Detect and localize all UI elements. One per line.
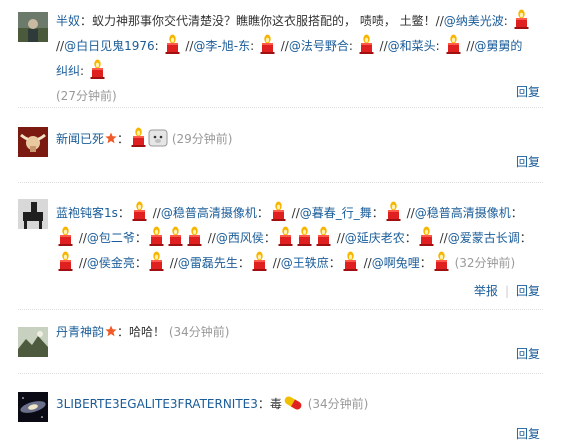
comment-time: (29分钟前): [171, 132, 233, 146]
reply-button[interactable]: 回复: [516, 347, 540, 361]
candle-emoji-icon: [445, 34, 462, 54]
candle-emoji-icon: [270, 201, 287, 221]
candle-emoji-icon: [358, 34, 375, 54]
mention-link[interactable]: @暮春_行_舞: [300, 206, 372, 220]
mention-link[interactable]: @纳美光波: [444, 14, 504, 28]
reply-button[interactable]: 回复: [516, 427, 540, 441]
comment-text: 丹青神韵 ：哈哈！ (34分钟前): [56, 320, 534, 345]
mention-link[interactable]: @李-旭-东: [193, 39, 250, 53]
comment-text: 新闻已死： (29分钟前): [56, 127, 534, 152]
comment-actions: 回复: [516, 83, 540, 100]
mention-link[interactable]: @侯金亮: [87, 256, 135, 270]
candle-emoji-icon: [513, 9, 530, 29]
reply-button[interactable]: 回复: [516, 284, 540, 298]
comment-body: ：毒: [257, 397, 282, 411]
comment-item: 丹青神韵 ：哈哈！ (34分钟前) 回复: [0, 310, 561, 374]
comment-user-link[interactable]: 3LIBERTE3EGALITE3FRATERNITE3: [56, 397, 258, 411]
comment-text: 3LIBERTE3EGALITE3FRATERNITE3：毒 (34分钟前): [56, 392, 534, 417]
mention-link[interactable]: @延庆老农: [345, 231, 405, 245]
comment-item: 蓝袍钝客1s： //@稳普高清摄像机： //@暮春_行_舞： //@稳普高清摄像…: [0, 183, 561, 303]
mention-link[interactable]: @啊兔哩: [372, 256, 420, 270]
comment-user-link[interactable]: 蓝袍钝客1s: [56, 206, 118, 220]
avatar[interactable]: [18, 199, 48, 229]
mention-link[interactable]: @王轶庶: [281, 256, 329, 270]
reply-button[interactable]: 回复: [516, 155, 540, 169]
comment-user-link[interactable]: 丹青神韵: [56, 325, 104, 339]
candle-emoji-icon: [433, 251, 450, 271]
comment-body: ：哈哈！: [117, 325, 166, 339]
vip-star-badge-icon: [105, 325, 117, 337]
comment-item: 半奴：蚁力神那事你交代清楚没？瞧瞧你这衣服搭配的， 啧啧， 土鳖！//@纳美光波…: [0, 0, 561, 105]
comment-user-link[interactable]: 半奴: [56, 14, 80, 28]
candle-emoji-icon: [296, 226, 313, 246]
comment-item: 新闻已死： (29分钟前) 回复: [0, 108, 561, 176]
candle-emoji-icon: [342, 251, 359, 271]
comment-text: 半奴：蚁力神那事你交代清楚没？瞧瞧你这衣服搭配的， 啧啧， 土鳖！//@纳美光波…: [56, 9, 534, 109]
candle-emoji-icon: [164, 34, 181, 54]
comment-time: (34分钟前): [307, 397, 369, 411]
comment-body: ：蚁力神那事你交代清楚没？瞧瞧你这衣服搭配的， 啧啧， 土鳖！//: [80, 14, 444, 28]
candle-emoji-icon: [89, 59, 106, 79]
mention-link[interactable]: @法号野合: [289, 39, 349, 53]
comment-user-link[interactable]: 新闻已死: [56, 132, 104, 146]
comment-actions: 回复: [516, 425, 540, 442]
comment-actions: 举报 | 回复: [473, 284, 540, 298]
comment-actions: 回复: [516, 153, 540, 170]
candle-emoji-icon: [277, 226, 294, 246]
avatar[interactable]: [18, 392, 48, 422]
comment-text: 蓝袍钝客1s： //@稳普高清摄像机： //@暮春_行_舞： //@稳普高清摄像…: [56, 201, 534, 276]
avatar[interactable]: [18, 327, 48, 357]
candle-emoji-icon: [167, 226, 184, 246]
vip-star-badge-icon: [105, 132, 117, 144]
candle-emoji-icon: [186, 226, 203, 246]
mention-link[interactable]: @和菜头: [388, 39, 436, 53]
mention-link[interactable]: @爱蒙古长调: [448, 231, 520, 245]
candle-emoji-icon: [57, 251, 74, 271]
candle-emoji-icon: [315, 226, 332, 246]
mention-link[interactable]: @雷磊先生: [178, 256, 238, 270]
comment-time: (27分钟前): [56, 89, 117, 103]
candle-emoji-icon: [148, 226, 165, 246]
comment-item: 3LIBERTE3EGALITE3FRATERNITE3：毒 (34分钟前) 回…: [0, 374, 561, 445]
mention-link[interactable]: @包二爷: [87, 231, 135, 245]
candle-emoji-icon: [148, 251, 165, 271]
avatar[interactable]: [18, 12, 48, 42]
candle-emoji-icon: [259, 34, 276, 54]
candle-emoji-icon: [418, 226, 435, 246]
pig-face-emoji-icon: [148, 129, 168, 147]
comment-time: (32分钟前): [454, 256, 516, 270]
reply-button[interactable]: 回复: [516, 85, 540, 99]
comment-actions: 回复: [516, 345, 540, 362]
avatar[interactable]: [18, 127, 48, 157]
candle-emoji-icon: [131, 201, 148, 221]
mention-link[interactable]: @白日见鬼1976: [64, 39, 155, 53]
pill-emoji-icon: [284, 396, 302, 410]
candle-emoji-icon: [385, 201, 402, 221]
candle-emoji-icon: [130, 127, 147, 147]
comment-time: (34分钟前): [168, 325, 230, 339]
report-button[interactable]: 举报: [474, 284, 498, 298]
candle-emoji-icon: [251, 251, 268, 271]
mention-link[interactable]: @稳普高清摄像机: [161, 206, 257, 220]
candle-emoji-icon: [57, 226, 74, 246]
mention-link[interactable]: @西风侯: [216, 231, 264, 245]
mention-link[interactable]: @稳普高清摄像机: [415, 206, 511, 220]
